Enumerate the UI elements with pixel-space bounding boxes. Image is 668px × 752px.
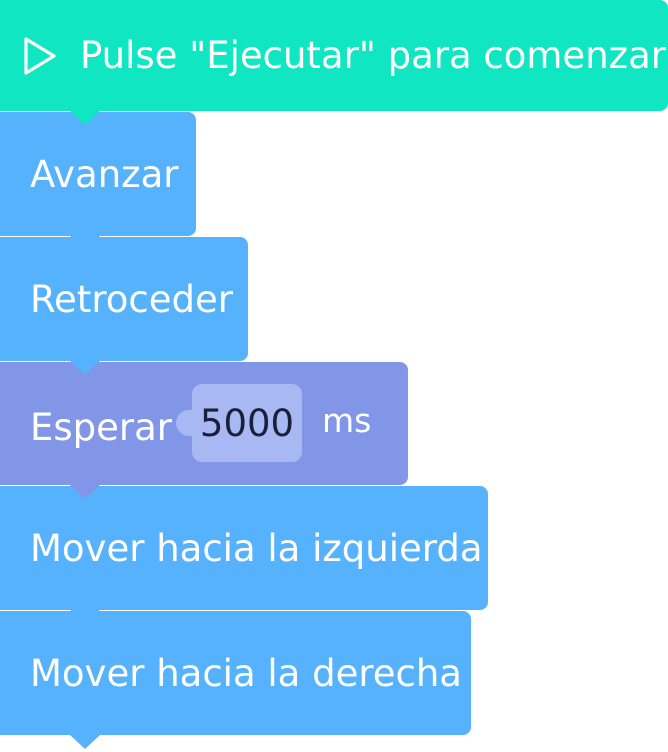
wait-duration-input[interactable]: 5000 [192, 384, 302, 462]
wait-block[interactable]: Esperar 5000 ms [0, 362, 408, 499]
start-block-label: Pulse "Ejecutar" para comenzar [80, 34, 666, 77]
forward-block[interactable]: Avanzar [0, 112, 196, 250]
block-connector [70, 735, 100, 749]
backward-block[interactable]: Retroceder [0, 237, 248, 375]
start-block[interactable]: Pulse "Ejecutar" para comenzar [0, 0, 668, 125]
block-connector [70, 610, 100, 624]
move-right-block[interactable]: Mover hacia la derecha [0, 611, 471, 749]
play-icon [24, 36, 56, 75]
move-left-block-label: Mover hacia la izquierda [30, 526, 483, 570]
backward-block-label: Retroceder [30, 277, 233, 321]
forward-block-label: Avanzar [30, 152, 179, 196]
block-connector [70, 485, 100, 499]
wait-block-label: Esperar [30, 406, 173, 449]
wait-duration-value: 5000 [199, 401, 295, 445]
start-block-connector [70, 111, 100, 125]
wait-unit-label: ms [322, 401, 372, 440]
move-right-block-label: Mover hacia la derecha [30, 651, 462, 695]
block-connector [70, 236, 100, 250]
move-left-block[interactable]: Mover hacia la izquierda [0, 486, 488, 624]
block-connector [70, 361, 100, 375]
